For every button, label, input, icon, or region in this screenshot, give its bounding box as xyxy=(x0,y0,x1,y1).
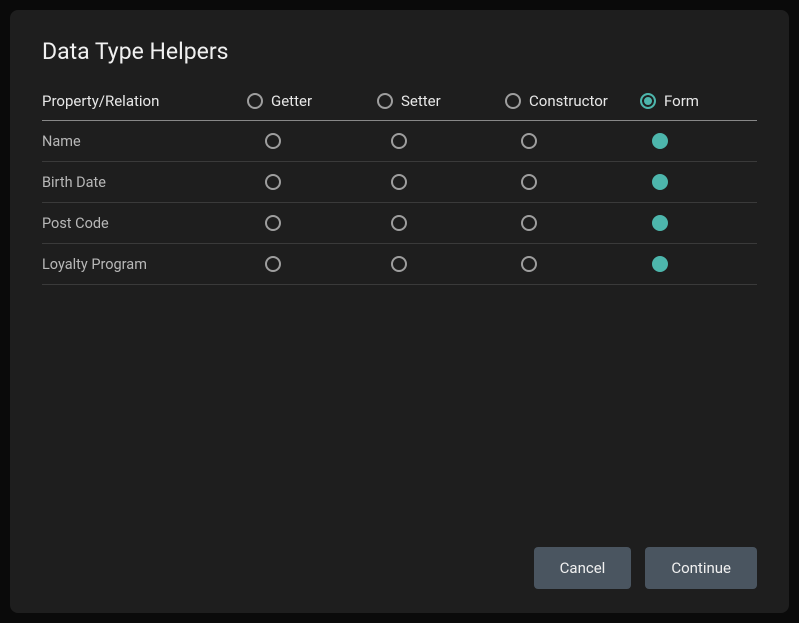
data-type-helpers-dialog: Data Type Helpers Property/Relation Gett… xyxy=(10,10,789,613)
radio-header-getter[interactable] xyxy=(247,93,263,109)
table-row: Post Code xyxy=(42,203,757,244)
header-setter-label: Setter xyxy=(401,92,441,110)
radio-postcode-form[interactable] xyxy=(652,215,668,231)
property-name: Loyalty Program xyxy=(42,256,247,273)
table-row: Loyalty Program xyxy=(42,244,757,285)
property-name: Post Code xyxy=(42,215,247,232)
radio-birthdate-form[interactable] xyxy=(652,174,668,190)
radio-header-setter[interactable] xyxy=(377,93,393,109)
property-name: Name xyxy=(42,133,247,150)
cancel-button[interactable]: Cancel xyxy=(534,547,632,589)
dialog-footer: Cancel Continue xyxy=(42,547,757,589)
radio-postcode-constructor[interactable] xyxy=(521,215,537,231)
radio-birthdate-constructor[interactable] xyxy=(521,174,537,190)
header-constructor[interactable]: Constructor xyxy=(505,92,640,110)
header-constructor-label: Constructor xyxy=(529,92,608,110)
radio-postcode-getter[interactable] xyxy=(265,215,281,231)
radio-loyalty-setter[interactable] xyxy=(391,256,407,272)
header-getter-label: Getter xyxy=(271,92,312,110)
header-setter[interactable]: Setter xyxy=(377,92,505,110)
radio-name-constructor[interactable] xyxy=(521,133,537,149)
dialog-title: Data Type Helpers xyxy=(42,38,757,65)
radio-header-form[interactable] xyxy=(640,93,656,109)
radio-postcode-setter[interactable] xyxy=(391,215,407,231)
header-form-label: Form xyxy=(664,92,699,110)
table-row: Name xyxy=(42,121,757,162)
radio-name-form[interactable] xyxy=(652,133,668,149)
header-form[interactable]: Form xyxy=(640,92,757,110)
radio-header-constructor[interactable] xyxy=(505,93,521,109)
header-property: Property/Relation xyxy=(42,92,247,110)
radio-loyalty-form[interactable] xyxy=(652,256,668,272)
property-table: Property/Relation Getter Setter Construc… xyxy=(42,87,757,531)
radio-loyalty-getter[interactable] xyxy=(265,256,281,272)
radio-name-getter[interactable] xyxy=(265,133,281,149)
radio-birthdate-setter[interactable] xyxy=(391,174,407,190)
radio-birthdate-getter[interactable] xyxy=(265,174,281,190)
header-getter[interactable]: Getter xyxy=(247,92,377,110)
continue-button[interactable]: Continue xyxy=(645,547,757,589)
table-header-row: Property/Relation Getter Setter Construc… xyxy=(42,87,757,121)
table-row: Birth Date xyxy=(42,162,757,203)
radio-name-setter[interactable] xyxy=(391,133,407,149)
radio-loyalty-constructor[interactable] xyxy=(521,256,537,272)
property-name: Birth Date xyxy=(42,174,247,191)
